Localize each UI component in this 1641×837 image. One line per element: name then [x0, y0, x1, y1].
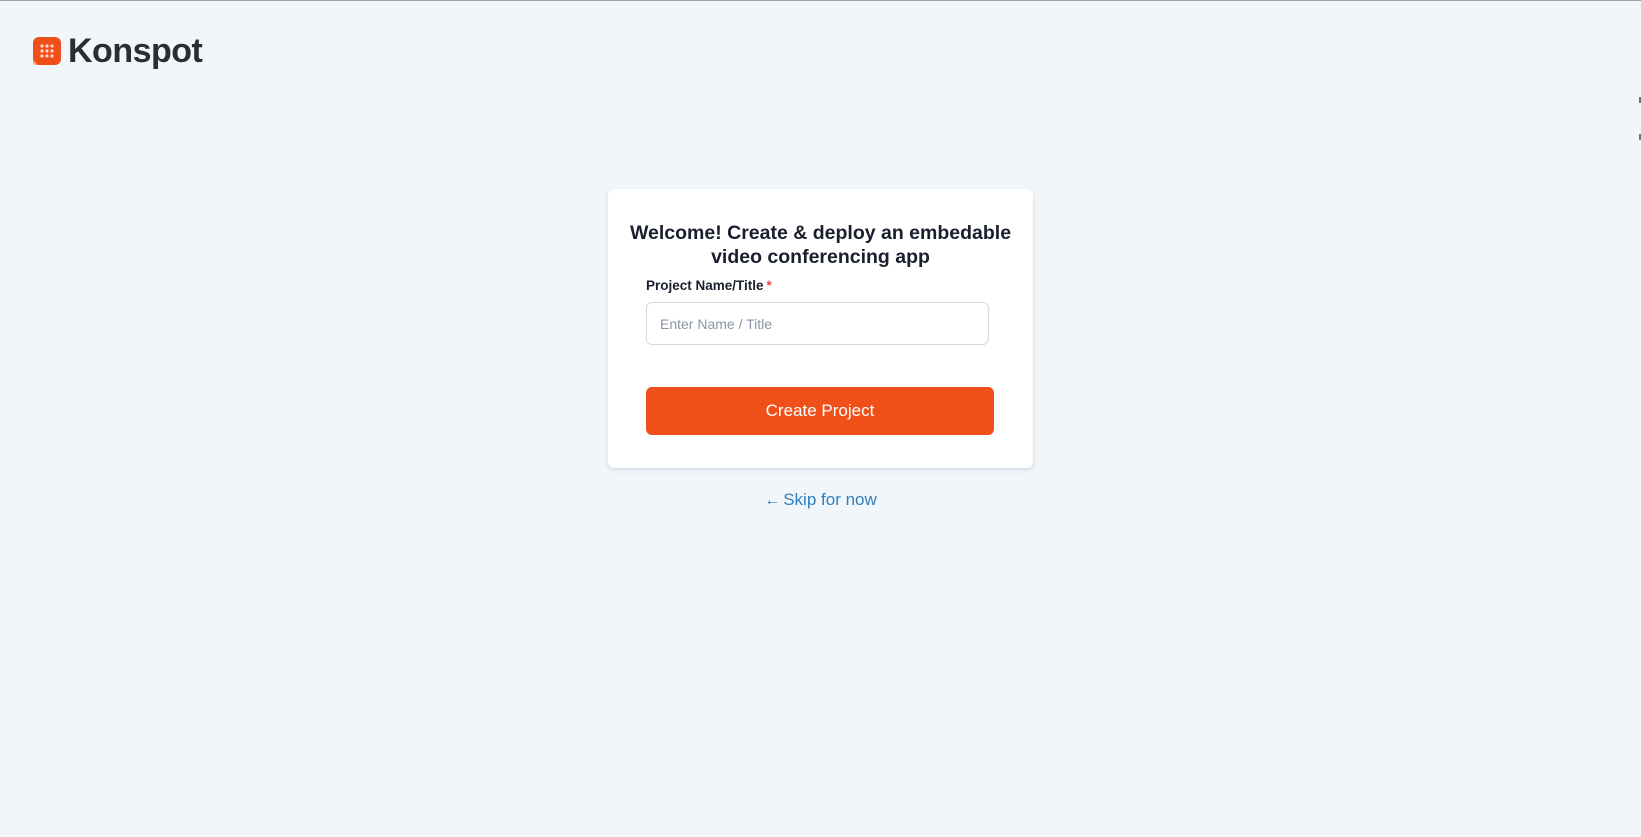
create-project-card: Welcome! Create & deploy an embedable vi… [608, 189, 1033, 468]
skip-link[interactable]: ← Skip for now [0, 490, 1641, 510]
page: Konspot Welcome! Create & deploy an embe… [0, 0, 1641, 837]
project-name-label: Project Name/Title * [646, 278, 772, 293]
skip-link-label: Skip for now [783, 490, 877, 509]
konspot-logo-icon [32, 36, 62, 66]
brand-name: Konspot [68, 32, 203, 70]
project-name-label-text: Project Name/Title [646, 278, 764, 293]
required-marker: * [766, 278, 772, 293]
arrow-left-icon: ← [764, 492, 781, 509]
project-name-input[interactable] [646, 302, 989, 345]
brand-logo[interactable]: Konspot [32, 32, 203, 70]
create-project-button[interactable]: Create Project [646, 387, 994, 435]
card-title: Welcome! Create & deploy an embedable vi… [629, 222, 1012, 268]
